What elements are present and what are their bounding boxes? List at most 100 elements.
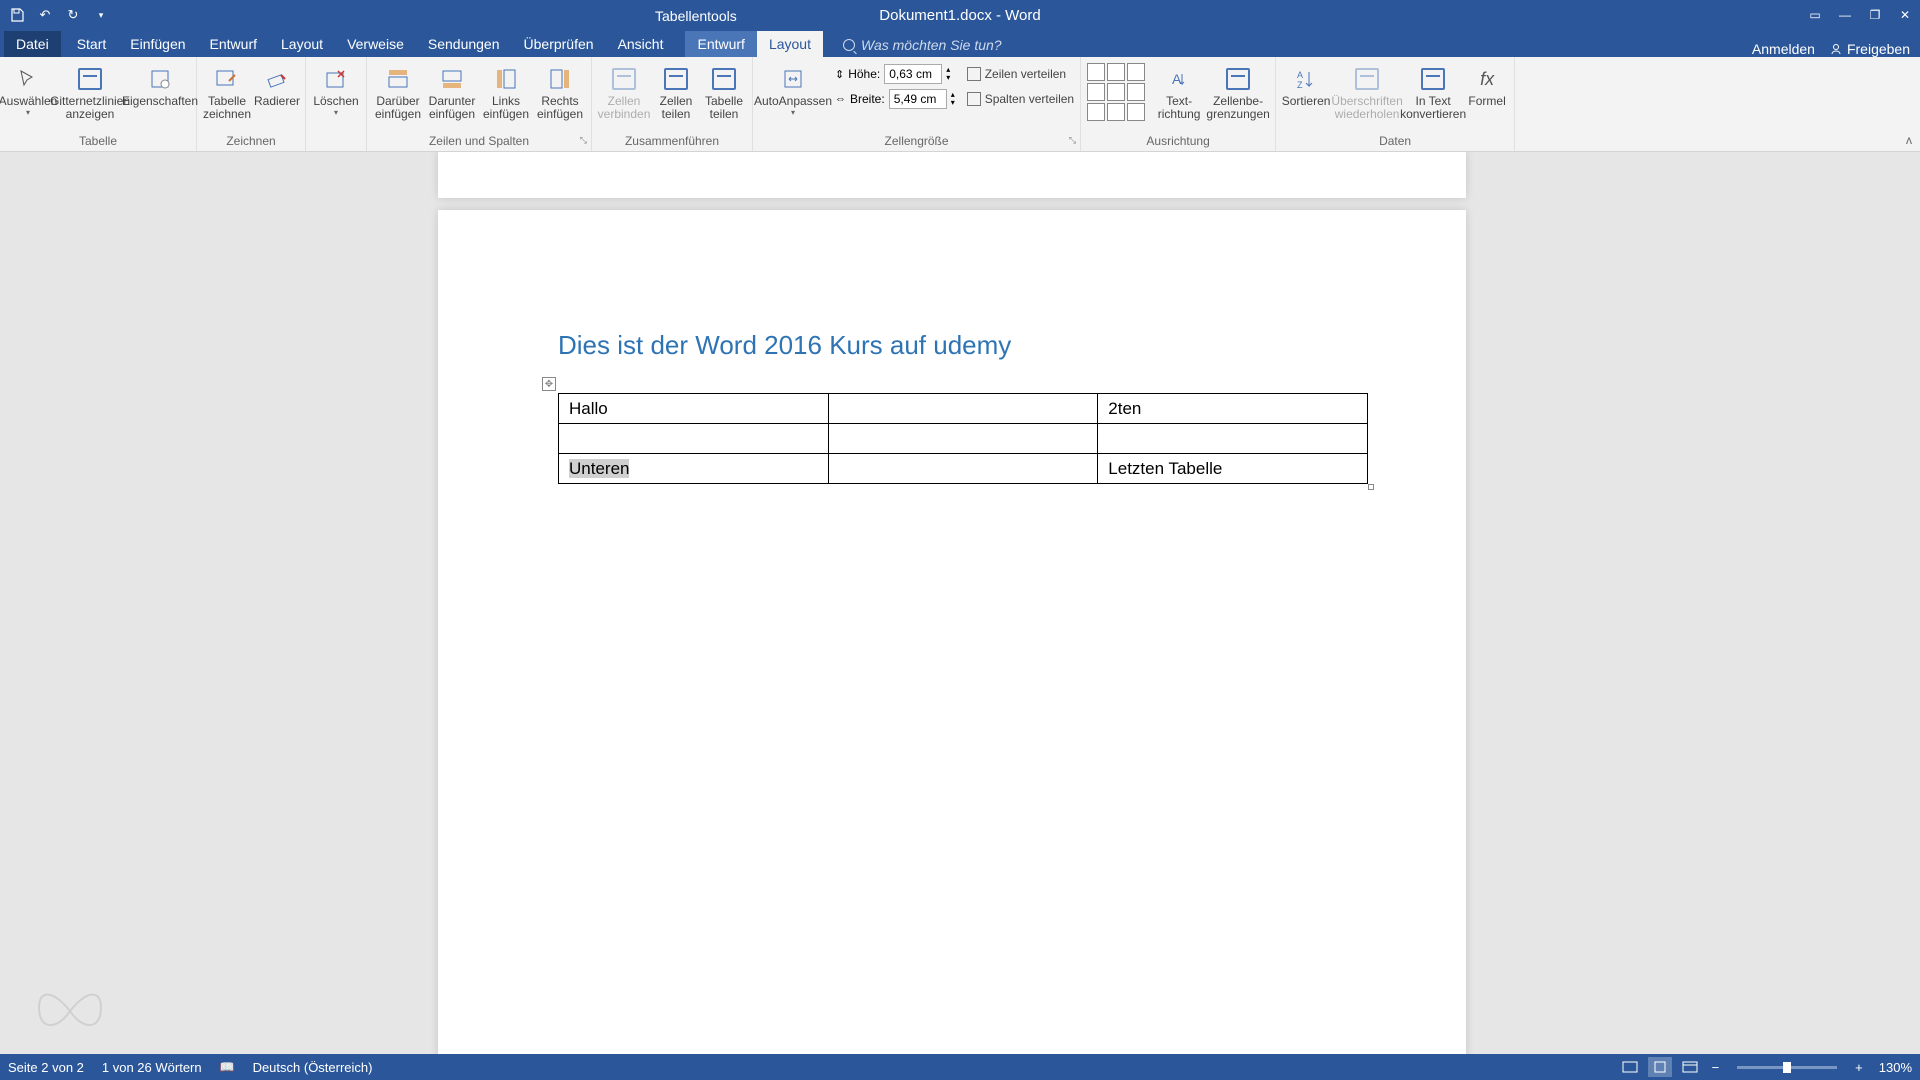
ueberschriften-button: Überschriften wiederholen [1334,63,1400,123]
darueber-einfuegen-button[interactable]: Darüber einfügen [373,63,423,123]
formel-button[interactable]: fx Formel [1466,63,1508,110]
page-indicator[interactable]: Seite 2 von 2 [8,1060,84,1075]
language-indicator[interactable]: Deutsch (Österreich) [253,1060,373,1075]
redo-icon[interactable]: ↻ [64,6,82,24]
distribute-rows-icon [967,67,981,81]
align-mid-right[interactable] [1127,83,1145,101]
ribbon-display-icon[interactable]: ▭ [1800,0,1830,30]
delete-icon [322,65,350,93]
repeat-header-icon [1353,65,1381,93]
align-top-left[interactable] [1087,63,1105,81]
height-spinner[interactable]: ⇕ Höhe: ▴▾ [835,63,955,85]
zoom-slider[interactable] [1737,1066,1837,1069]
tab-table-entwurf[interactable]: Entwurf [685,31,756,57]
in-text-konvertieren-button[interactable]: In Text konvertieren [1404,63,1462,123]
ribbon-tabs: Datei Start Einfügen Entwurf Layout Verw… [0,30,1920,57]
page[interactable]: Dies ist der Word 2016 Kurs auf udemy ✥ … [438,210,1466,1054]
align-bot-left[interactable] [1087,103,1105,121]
table-cell[interactable]: Letzten Tabelle [1098,454,1368,484]
zoom-thumb[interactable] [1783,1062,1791,1073]
tab-layout[interactable]: Layout [269,31,335,57]
selected-text[interactable]: Unteren [569,459,629,478]
tell-me-placeholder: Was möchten Sie tun? [861,37,1002,53]
print-layout-icon[interactable] [1648,1057,1672,1077]
qat-customize-icon[interactable]: ▾ [92,6,110,24]
align-top-right[interactable] [1127,63,1145,81]
restore-icon[interactable]: ❐ [1860,0,1890,30]
table-move-handle-icon[interactable]: ✥ [542,377,556,391]
align-bot-right[interactable] [1127,103,1145,121]
table-cell[interactable]: 2ten [1098,394,1368,424]
tell-me-search[interactable]: Was möchten Sie tun? [835,33,1010,57]
document-heading[interactable]: Dies ist der Word 2016 Kurs auf udemy [558,330,1346,361]
textrichtung-button[interactable]: A Text-richtung [1155,63,1203,123]
web-layout-icon[interactable] [1678,1057,1702,1077]
zellenbegrenzungen-button[interactable]: Zellenbe-grenzungen [1207,63,1269,123]
group-label-ausrichtung: Ausrichtung [1087,133,1269,149]
align-bot-center[interactable] [1107,103,1125,121]
spalten-verteilen-button[interactable]: Spalten verteilen [967,88,1074,110]
gitternetzlinien-button[interactable]: Gitternetzlinien anzeigen [54,63,126,123]
radierer-button[interactable]: Radierer [255,63,299,110]
height-input[interactable] [884,64,942,84]
insert-left-icon [492,65,520,93]
loeschen-button[interactable]: Löschen ▾ [312,63,360,119]
auswaehlen-button[interactable]: Auswählen ▾ [6,63,50,119]
word-count[interactable]: 1 von 26 Wörtern [102,1060,202,1075]
align-mid-left[interactable] [1087,83,1105,101]
minimize-icon[interactable]: — [1830,0,1860,30]
tab-file[interactable]: Datei [4,31,61,57]
dialog-launcher-icon[interactable]: ⤡ [1069,135,1076,146]
tab-verweise[interactable]: Verweise [335,31,416,57]
zoom-in-button[interactable]: + [1851,1060,1867,1075]
darunter-einfuegen-button[interactable]: Darunter einfügen [427,63,477,123]
autoanpassen-button[interactable]: AutoAnpassen ▾ [759,63,827,119]
zoom-level[interactable]: 130% [1879,1060,1912,1075]
tab-einfuegen[interactable]: Einfügen [118,31,197,57]
read-mode-icon[interactable] [1618,1057,1642,1077]
close-icon[interactable]: ✕ [1890,0,1920,30]
align-mid-center[interactable] [1107,83,1125,101]
rechts-einfuegen-button[interactable]: Rechts einfügen [535,63,585,123]
dialog-launcher-icon[interactable]: ⤡ [580,135,587,146]
table-cell[interactable]: Hallo [559,394,829,424]
width-input[interactable] [889,89,947,109]
table-cell[interactable] [559,424,829,454]
tab-ueberpruefen[interactable]: Überprüfen [512,31,606,57]
sign-in-link[interactable]: Anmelden [1752,41,1815,57]
align-top-center[interactable] [1107,63,1125,81]
tabelle-zeichnen-button[interactable]: Tabelle zeichnen [203,63,251,123]
eigenschaften-button[interactable]: Eigenschaften [130,63,190,110]
width-spinner[interactable]: ⇔ Breite: ▴▾ [835,88,955,110]
spinner-down-icon[interactable]: ▾ [946,74,950,82]
table-cell[interactable] [828,394,1098,424]
zellen-teilen-button[interactable]: Zellen teilen [654,63,698,123]
alignment-grid [1087,63,1145,121]
links-einfuegen-button[interactable]: Links einfügen [481,63,531,123]
sortieren-button[interactable]: AZ Sortieren [1282,63,1330,110]
collapse-ribbon-icon[interactable]: ʌ [1906,133,1912,147]
tab-table-layout[interactable]: Layout [757,31,823,57]
table-cell[interactable] [828,454,1098,484]
zoom-out-button[interactable]: − [1708,1060,1724,1075]
tab-start[interactable]: Start [65,31,119,57]
tab-sendungen[interactable]: Sendungen [416,31,512,57]
zeilen-verteilen-button[interactable]: Zeilen verteilen [967,63,1074,85]
table-resize-handle-icon[interactable] [1368,484,1374,490]
insert-above-icon [384,65,412,93]
tab-ansicht[interactable]: Ansicht [606,31,676,57]
table-cell[interactable] [828,424,1098,454]
undo-icon[interactable]: ↶ [36,6,54,24]
save-icon[interactable] [8,6,26,24]
table-row: Hallo 2ten [559,394,1368,424]
spinner-down-icon[interactable]: ▾ [951,99,955,107]
share-button[interactable]: Freigeben [1829,41,1910,57]
table-row: Unteren Letzten Tabelle [559,454,1368,484]
tab-entwurf[interactable]: Entwurf [198,31,269,57]
document-table[interactable]: Hallo 2ten Unteren Letzten Tabelle [558,393,1368,484]
tabelle-teilen-button[interactable]: Tabelle teilen [702,63,746,123]
table-cell[interactable]: Unteren [559,454,829,484]
proofing-icon[interactable]: 📖 [220,1060,235,1074]
height-label: Höhe: [848,67,880,81]
table-cell[interactable] [1098,424,1368,454]
